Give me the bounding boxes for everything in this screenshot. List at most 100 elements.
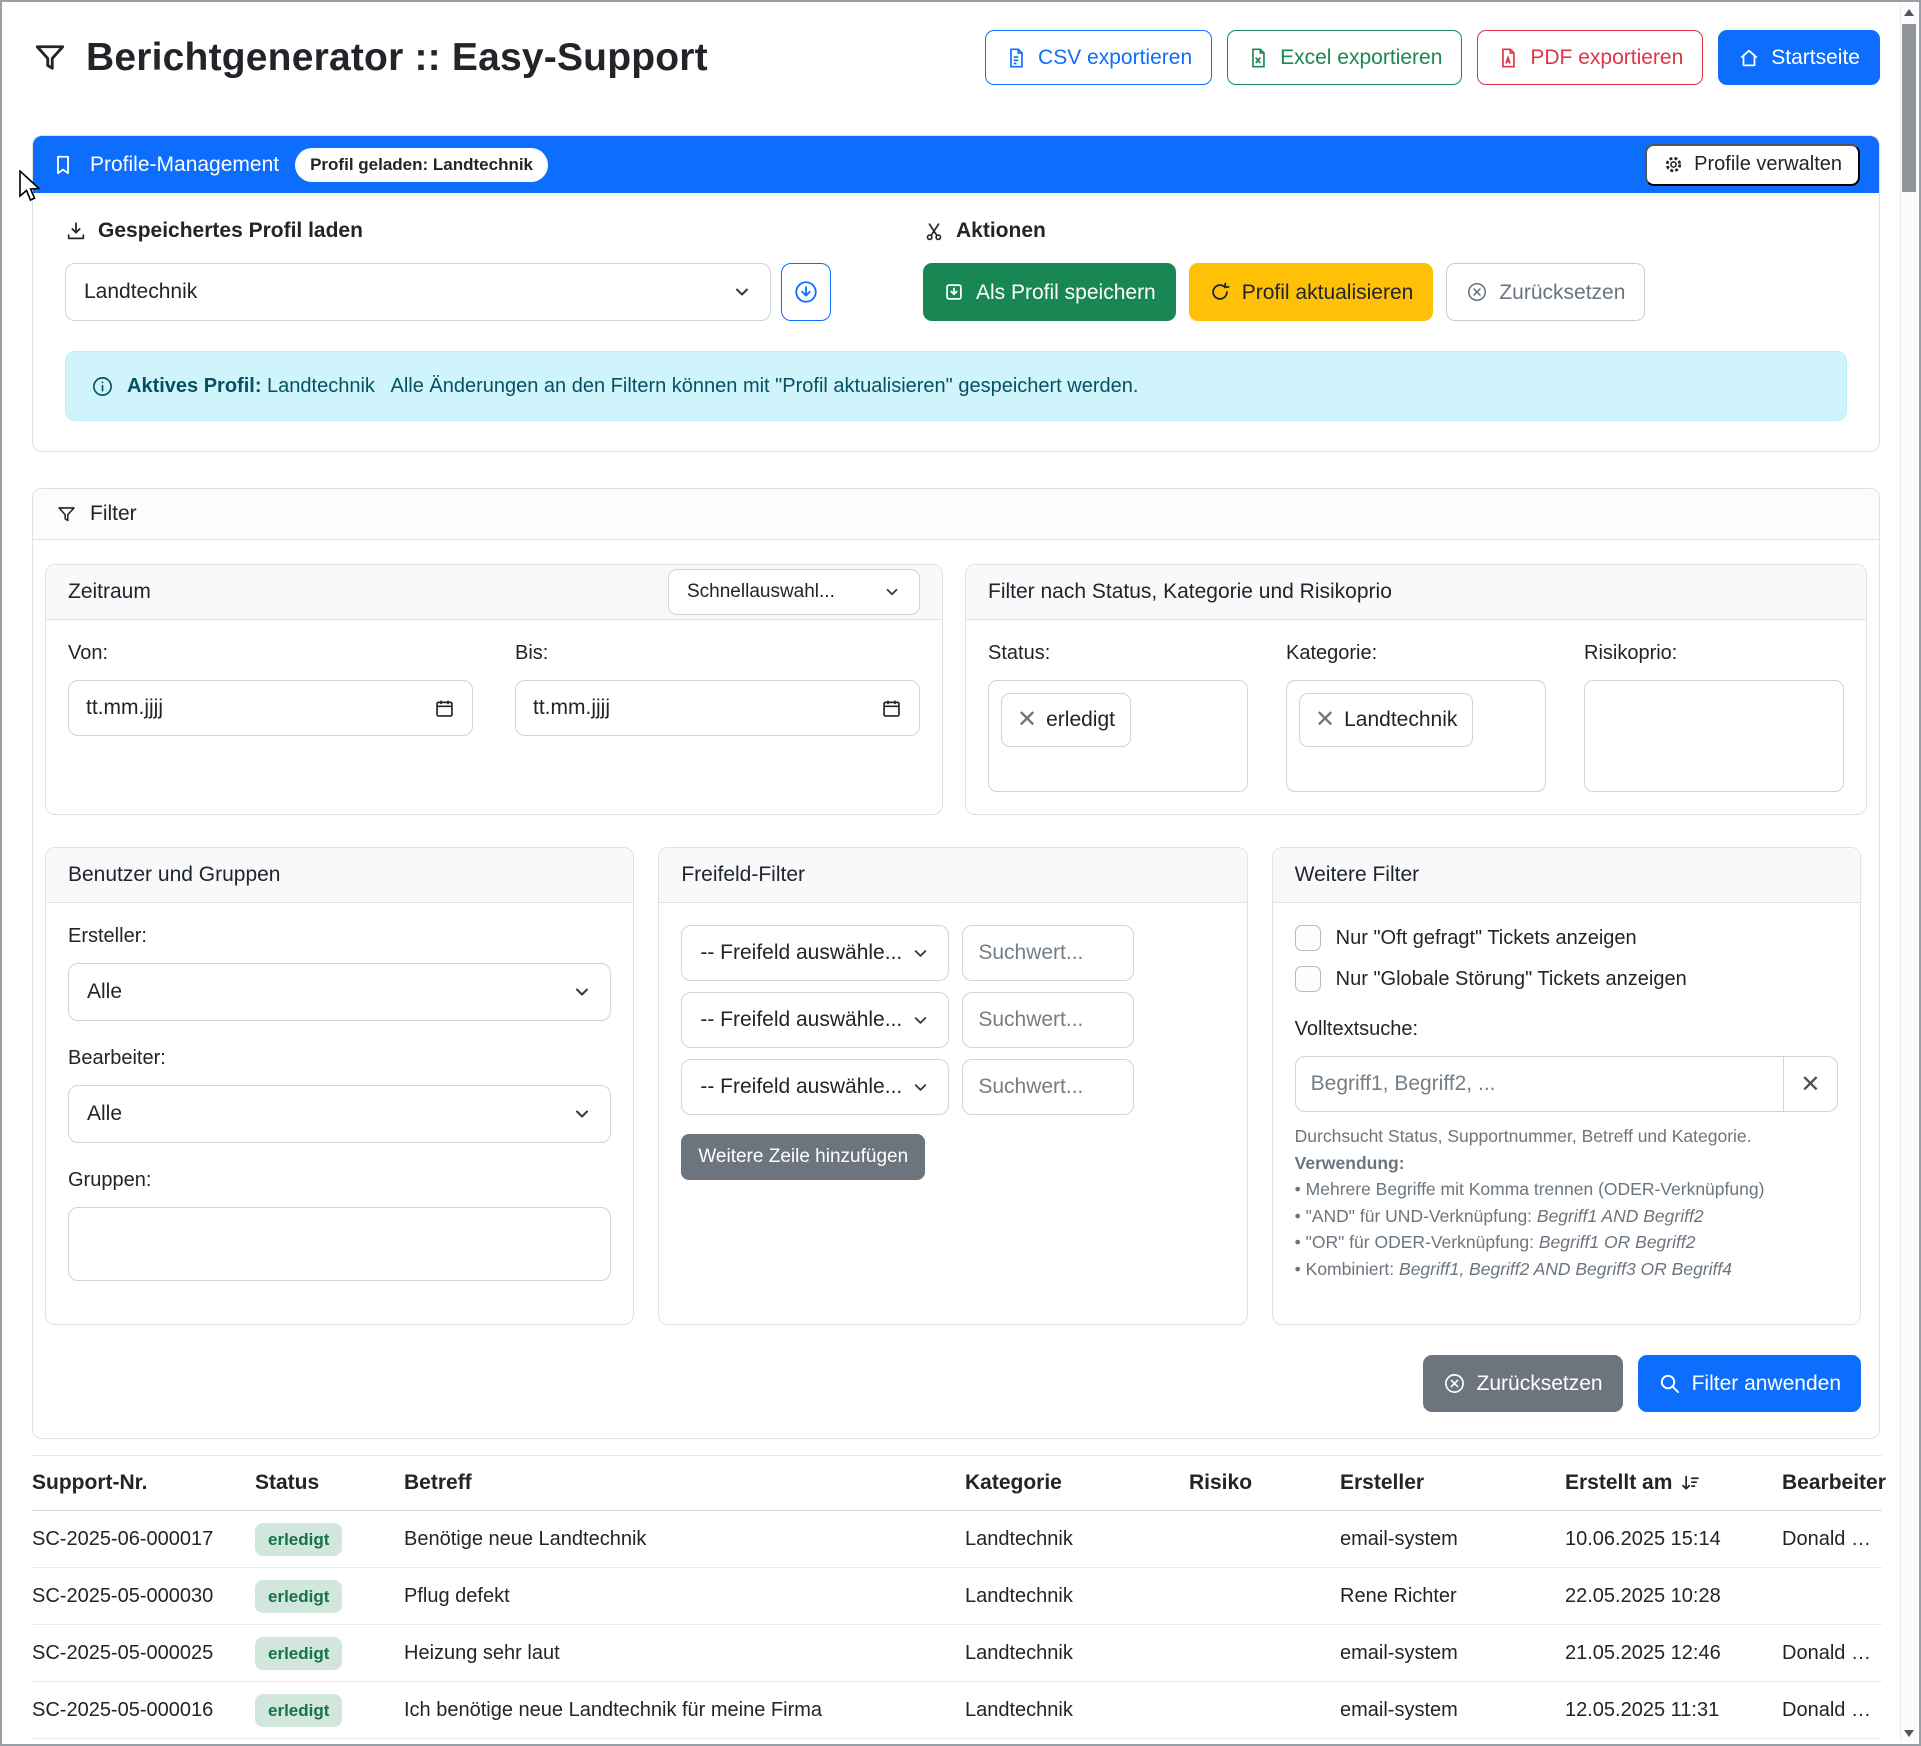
active-profile-alert: Aktives Profil: Landtechnik Alle Änderun… (65, 351, 1847, 421)
column-ersteller[interactable]: Ersteller (1340, 1456, 1565, 1511)
home-button[interactable]: Startseite (1718, 30, 1880, 85)
apply-filter-button[interactable]: Filter anwenden (1638, 1355, 1861, 1412)
profile-reset-button[interactable]: Zurücksetzen (1446, 263, 1645, 321)
pdf-export-button[interactable]: PDF exportieren (1477, 30, 1703, 85)
quick-select[interactable]: Schnellauswahl... (668, 569, 920, 615)
cell-kategorie: Landtechnik (965, 1625, 1189, 1682)
cell-betreff: Heizung sehr laut (404, 1739, 965, 1745)
von-date-input[interactable]: tt.mm.jjjj (68, 680, 473, 736)
apply-filter-label: Filter anwenden (1692, 1373, 1841, 1394)
benutzer-panel-header: Benutzer und Gruppen (46, 848, 633, 903)
zeitraum-title: Zeitraum (68, 580, 151, 604)
manage-profiles-button[interactable]: Profile verwalten (1645, 144, 1860, 186)
cell-betreff: Ich benötige neue Landtechnik für meine … (404, 1682, 965, 1739)
globale-stoerung-checkbox[interactable] (1295, 966, 1321, 992)
column-kategorie[interactable]: Kategorie (965, 1456, 1189, 1511)
profile-select-value: Landtechnik (84, 280, 197, 304)
weitere-filter-panel: Weitere Filter Nur "Oft gefragt" Tickets… (1272, 847, 1861, 1325)
chevron-down-icon (732, 282, 752, 302)
skr-panel-header: Filter nach Status, Kategorie und Risiko… (966, 565, 1866, 620)
cell-risiko (1189, 1739, 1340, 1745)
status-multiselect[interactable]: ✕ erledigt (988, 680, 1248, 792)
freifeld-search-input-1[interactable] (962, 925, 1134, 981)
cell-ersteller: email-system (1340, 1739, 1565, 1745)
page-title-text: Berichtgenerator :: Easy-Support (86, 36, 708, 80)
volltext-help: Durchsucht Status, Supportnummer, Betref… (1295, 1123, 1838, 1283)
bearbeiter-select-value: Alle (87, 1102, 122, 1126)
column-risiko[interactable]: Risiko (1189, 1456, 1340, 1511)
update-profile-button[interactable]: Profil aktualisieren (1189, 263, 1434, 321)
filter-card-body: Zeitraum Schnellauswahl... Von: tt.mm.jj… (33, 540, 1879, 1438)
column-status[interactable]: Status (255, 1456, 404, 1511)
chevron-down-icon (572, 1104, 592, 1124)
freifeld-search-input-2[interactable] (962, 992, 1134, 1048)
ersteller-select[interactable]: Alle (68, 963, 611, 1021)
globale-stoerung-row: Nur "Globale Störung" Tickets anzeigen (1295, 966, 1838, 992)
bearbeiter-select[interactable]: Alle (68, 1085, 611, 1143)
benutzer-gruppen-panel: Benutzer und Gruppen Ersteller: Alle Bea… (45, 847, 634, 1325)
volltext-clear-button[interactable]: ✕ (1784, 1056, 1838, 1112)
scrollbar-down-button[interactable] (1901, 1725, 1917, 1742)
table-row[interactable]: SC-2025-05-000025erledigtHeizung sehr la… (32, 1625, 1882, 1682)
ersteller-label: Ersteller: (68, 925, 611, 948)
column-betreff[interactable]: Betreff (404, 1456, 965, 1511)
freifeld-select-3[interactable]: -- Freifeld auswähle... (681, 1059, 949, 1115)
funnel-icon (32, 40, 68, 76)
ticket-table-body: SC-2025-06-000017erledigtBenötige neue L… (32, 1511, 1882, 1745)
freifeld-select-value: -- Freifeld auswähle... (700, 1008, 902, 1032)
add-freifeld-row-button[interactable]: Weitere Zeile hinzufügen (681, 1134, 925, 1180)
profile-management-card: Profile-Management Profil geladen: Landt… (32, 135, 1880, 452)
chip-remove-icon[interactable]: ✕ (1017, 708, 1037, 732)
freifeld-select-1[interactable]: -- Freifeld auswähle... (681, 925, 949, 981)
freifeld-row-2: -- Freifeld auswähle... (681, 992, 1224, 1048)
bearbeiter-label: Bearbeiter: (68, 1047, 611, 1070)
volltextsuche-input[interactable] (1295, 1056, 1784, 1112)
freifeld-select-2[interactable]: -- Freifeld auswähle... (681, 992, 949, 1048)
table-header-row: Support-Nr. Status Betreff Kategorie Ris… (32, 1456, 1882, 1511)
csv-export-button[interactable]: CSV exportieren (985, 30, 1212, 85)
usage-bullet: • Mehrere Begriffe mit Komma trennen (OD… (1295, 1176, 1838, 1203)
close-icon: ✕ (1800, 1070, 1820, 1099)
usage-bullet: • Kombiniert: Begriff1, Begriff2 AND Beg… (1295, 1256, 1838, 1283)
table-row[interactable]: SC-2025-05-000011erledigtHeizung sehr la… (32, 1739, 1882, 1745)
profile-select[interactable]: Landtechnik (65, 263, 771, 321)
table-row[interactable]: SC-2025-05-000030erledigtPflug defektLan… (32, 1568, 1882, 1625)
risikoprio-multiselect[interactable] (1584, 680, 1844, 792)
table-row[interactable]: SC-2025-06-000017erledigtBenötige neue L… (32, 1511, 1882, 1568)
gruppen-multiselect[interactable] (68, 1207, 611, 1281)
update-profile-label: Profil aktualisieren (1242, 282, 1414, 303)
page-title: Berichtgenerator :: Easy-Support (32, 36, 708, 80)
kategorie-multiselect[interactable]: ✕ Landtechnik (1286, 680, 1546, 792)
refresh-icon (1209, 281, 1231, 303)
column-bearbeiter[interactable]: Bearbeiter (1782, 1456, 1882, 1511)
column-erstellt-am[interactable]: Erstellt am (1565, 1456, 1782, 1511)
load-profile-button[interactable] (781, 263, 831, 321)
x-circle-icon (1466, 281, 1488, 303)
von-label: Von: (68, 642, 473, 665)
kategorie-chip-landtechnik[interactable]: ✕ Landtechnik (1299, 693, 1473, 747)
search-icon (1658, 1372, 1681, 1395)
status-badge: erledigt (255, 1637, 342, 1670)
bis-date-input[interactable]: tt.mm.jjjj (515, 680, 920, 736)
column-support-nr[interactable]: Support-Nr. (32, 1456, 255, 1511)
profile-actions-column: Aktionen Als Profil speichern Profil akt… (923, 219, 1645, 321)
filter-card: Filter Zeitraum Schnellauswahl... (32, 488, 1880, 1439)
scrollbar-thumb[interactable] (1902, 24, 1916, 192)
save-as-profile-button[interactable]: Als Profil speichern (923, 263, 1176, 321)
table-row[interactable]: SC-2025-05-000016erledigtIch benötige ne… (32, 1682, 1882, 1739)
chevron-down-icon (911, 1078, 930, 1097)
freifeld-select-value: -- Freifeld auswähle... (700, 1075, 902, 1099)
volltext-usage-list: • Mehrere Begriffe mit Komma trennen (OD… (1295, 1176, 1838, 1282)
status-chip-erledigt[interactable]: ✕ erledigt (1001, 693, 1131, 747)
scrollbar-up-button[interactable] (1901, 4, 1917, 21)
excel-export-button[interactable]: Excel exportieren (1227, 30, 1462, 85)
actions-label-text: Aktionen (956, 219, 1046, 243)
erstellt-am-label: Erstellt am (1565, 1471, 1672, 1495)
freifeld-select-value: -- Freifeld auswähle... (700, 941, 902, 965)
profile-management-body: Gespeichertes Profil laden Landtechnik (33, 193, 1879, 451)
freifeld-row-1: -- Freifeld auswähle... (681, 925, 1224, 981)
oft-gefragt-checkbox[interactable] (1295, 925, 1321, 951)
freifeld-search-input-3[interactable] (962, 1059, 1134, 1115)
filter-reset-button[interactable]: Zurücksetzen (1423, 1355, 1623, 1412)
chip-remove-icon[interactable]: ✕ (1315, 708, 1335, 732)
